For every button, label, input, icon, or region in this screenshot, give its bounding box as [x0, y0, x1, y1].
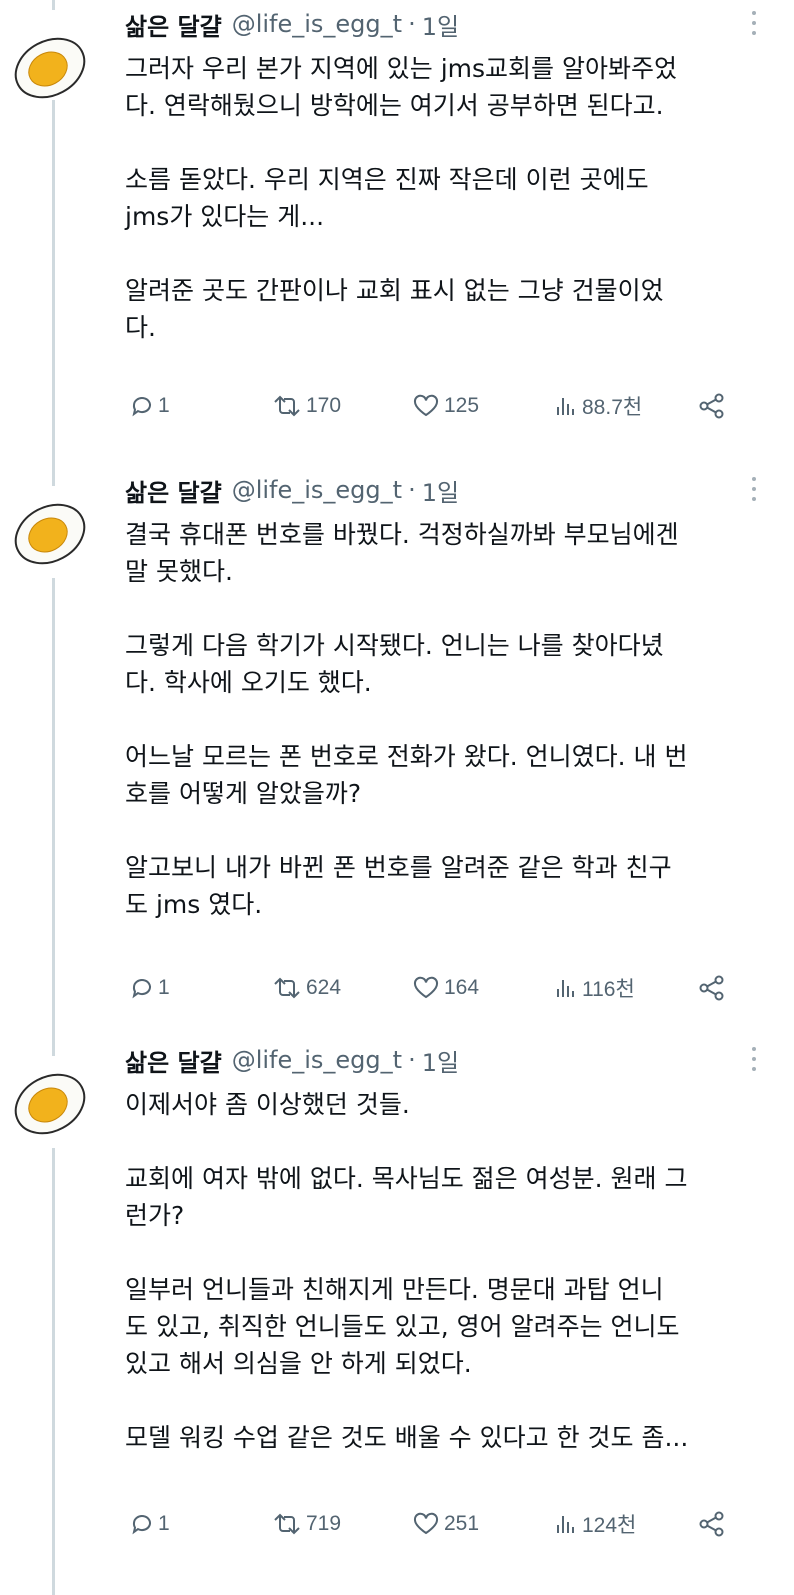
author-name[interactable]: 삶은 달걀	[125, 473, 222, 508]
retweet-icon	[274, 977, 300, 999]
like-button[interactable]: 125	[412, 388, 479, 424]
reply-button[interactable]: 1	[130, 388, 170, 424]
views-button[interactable]: 124천	[554, 1506, 636, 1542]
tweet[interactable]: 삶은 달걀 @life_is_egg_t · 1일 이제서야 좀 이상했던 것들…	[0, 1040, 794, 1580]
tweet[interactable]: 삶은 달걀 @life_is_egg_t · 1일 그러자 우리 본가 지역에 …	[0, 4, 794, 444]
tweet-paragraph: 그렇게 다음 학기가 시작됐다. 언니는 나를 찾아다녔 다. 학사에 오기도 …	[125, 631, 664, 697]
tweet-text: 이제서야 좀 이상했던 것들. 교회에 여자 밖에 없다. 목사님도 젊은 여성…	[125, 1086, 765, 1456]
like-count: 251	[444, 1512, 480, 1535]
reply-count: 1	[158, 394, 170, 417]
reply-button[interactable]: 1	[130, 970, 170, 1006]
retweet-icon	[274, 395, 300, 417]
share-icon	[699, 975, 724, 1001]
boiled-egg-avatar[interactable]	[8, 492, 92, 576]
author-handle[interactable]: @life_is_egg_t	[232, 10, 402, 38]
share-button[interactable]	[698, 388, 726, 424]
tweet-text: 그러자 우리 본가 지역에 있는 jms교회를 알아봐주었 다. 연락해뒀으니 …	[125, 50, 765, 346]
author-name[interactable]: 삶은 달걀	[125, 1043, 222, 1078]
share-icon	[699, 393, 724, 419]
tweet-paragraph: 그러자 우리 본가 지역에 있는 jms교회를 알아봐주었 다. 연락해뒀으니 …	[125, 54, 678, 120]
retweet-icon	[274, 1513, 300, 1535]
heart-icon	[413, 976, 439, 999]
separator: ·	[408, 1046, 416, 1074]
reply-icon	[132, 397, 151, 417]
views-count: 88.7천	[582, 396, 643, 419]
tweet-paragraph: 모델 워킹 수업 같은 것도 배울 수 있다고 한 것도 좀...	[125, 1423, 689, 1452]
reply-button[interactable]: 1	[130, 1506, 170, 1542]
views-count: 124천	[582, 1514, 637, 1537]
retweet-button[interactable]: 719	[272, 1506, 341, 1542]
views-count: 116천	[582, 978, 635, 1001]
tweet-paragraph: 알고보니 내가 바뀐 폰 번호를 알려준 같은 학과 친구 도 jms 였다.	[125, 853, 672, 919]
like-button[interactable]: 164	[412, 970, 479, 1006]
reply-icon	[132, 979, 151, 999]
more-options-icon[interactable]	[750, 8, 758, 38]
boiled-egg-avatar[interactable]	[8, 26, 92, 110]
more-options-icon[interactable]	[750, 474, 758, 504]
tweet-paragraph: 소름 돋았다. 우리 지역은 진짜 작은데 이런 곳에도 jms가 있다는 게.…	[125, 165, 649, 231]
author-name[interactable]: 삶은 달걀	[125, 7, 222, 42]
tweet-header: 삶은 달걀 @life_is_egg_t · 1일	[125, 4, 459, 44]
timestamp[interactable]: 1일	[422, 1043, 459, 1078]
tweet-paragraph: 이제서야 좀 이상했던 것들.	[125, 1090, 410, 1119]
retweet-button[interactable]: 170	[272, 388, 341, 424]
tweet-paragraph: 알려준 곳도 간판이나 교회 표시 없는 그냥 건물이었 다.	[125, 276, 664, 342]
tweet-paragraph: 일부러 언니들과 친해지게 만든다. 명문대 과탑 언니 도 있고, 취직한 언…	[125, 1275, 680, 1378]
separator: ·	[408, 476, 416, 504]
timestamp[interactable]: 1일	[422, 473, 459, 508]
reply-count: 1	[158, 1512, 170, 1535]
heart-icon	[413, 394, 439, 417]
tweet-actions: 1 624 164 116천	[130, 970, 740, 1006]
tweet-paragraph: 교회에 여자 밖에 없다. 목사님도 젊은 여성분. 원래 그 런가?	[125, 1164, 688, 1230]
tweet-paragraph: 결국 휴대폰 번호를 바꿨다. 걱정하실까봐 부모님에겐 말 못했다.	[125, 520, 679, 586]
like-count: 125	[444, 394, 480, 417]
share-button[interactable]	[698, 1506, 726, 1542]
separator: ·	[408, 10, 416, 38]
tweet-actions: 1 719 251 124천	[130, 1506, 740, 1542]
heart-icon	[413, 1512, 439, 1535]
tweet-header: 삶은 달걀 @life_is_egg_t · 1일	[125, 470, 459, 510]
retweet-count: 170	[306, 394, 342, 417]
share-button[interactable]	[698, 970, 726, 1006]
more-options-icon[interactable]	[750, 1044, 758, 1074]
views-chart-icon	[557, 980, 574, 997]
tweet[interactable]: 삶은 달걀 @life_is_egg_t · 1일 결국 휴대폰 번호를 바꿨다…	[0, 470, 794, 1022]
views-chart-icon	[557, 398, 574, 415]
share-icon	[699, 1511, 724, 1537]
retweet-button[interactable]: 624	[272, 970, 341, 1006]
author-handle[interactable]: @life_is_egg_t	[232, 476, 402, 504]
like-count: 164	[444, 976, 480, 999]
reply-icon	[132, 1515, 151, 1535]
author-handle[interactable]: @life_is_egg_t	[232, 1046, 402, 1074]
views-button[interactable]: 116천	[554, 970, 635, 1006]
timestamp[interactable]: 1일	[422, 7, 459, 42]
tweet-text: 결국 휴대폰 번호를 바꿨다. 걱정하실까봐 부모님에겐 말 못했다. 그렇게 …	[125, 516, 765, 923]
like-button[interactable]: 251	[412, 1506, 479, 1542]
tweet-header: 삶은 달걀 @life_is_egg_t · 1일	[125, 1040, 459, 1080]
reply-count: 1	[158, 976, 170, 999]
views-chart-icon	[557, 1516, 574, 1533]
retweet-count: 624	[306, 976, 342, 999]
views-button[interactable]: 88.7천	[554, 388, 642, 424]
boiled-egg-avatar[interactable]	[8, 1062, 92, 1146]
retweet-count: 719	[306, 1512, 342, 1535]
tweet-actions: 1 170 125 88.7천	[130, 388, 740, 424]
tweet-paragraph: 어느날 모르는 폰 번호로 전화가 왔다. 언니였다. 내 번 호를 어떻게 알…	[125, 742, 688, 808]
